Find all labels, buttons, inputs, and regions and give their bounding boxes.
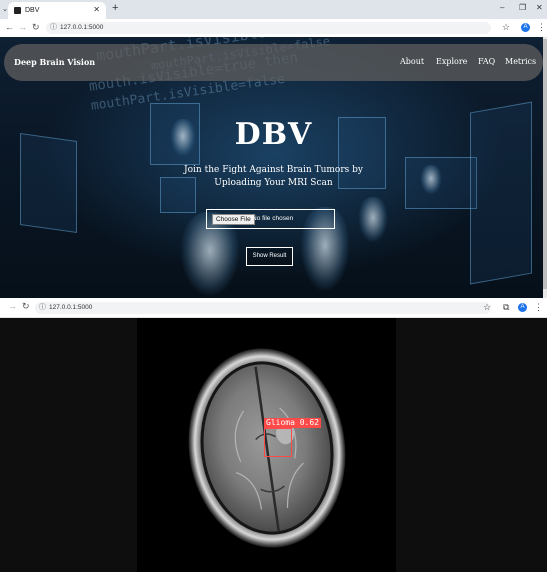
site-brand[interactable]: Deep Brain Vision [14, 57, 95, 67]
minimize-icon[interactable]: – [500, 3, 504, 12]
browser-tab[interactable]: DBV ✕ [8, 2, 106, 19]
new-tab-icon[interactable]: + [112, 2, 118, 14]
close-window-icon[interactable]: ✕ [536, 3, 543, 12]
browser-window-result: → ↻ ⓘ 127.0.0.1:5000 ☆ ⧉ A ⋮ Glioma 0.62 [0, 298, 547, 572]
tab-strip: ⌄ DBV ✕ + – ❐ ✕ [0, 0, 547, 19]
hero-subtitle: Join the Fight Against Brain Tumors by U… [184, 165, 363, 188]
file-status: No file chosen [252, 215, 294, 222]
hero-title: DBV [234, 117, 313, 152]
nav-link-metrics[interactable]: Metrics [505, 57, 536, 66]
forward-icon[interactable]: → [8, 301, 17, 311]
back-icon[interactable]: ← [5, 22, 14, 32]
scrollbar-thumb[interactable] [543, 39, 547, 289]
url-field[interactable]: ⓘ 127.0.0.1:5000 [46, 22, 491, 34]
menu-kebab-icon[interactable]: ⋮ [537, 22, 546, 33]
address-bar-row: ← → ↻ ⓘ 127.0.0.1:5000 ☆ A ⋮ [0, 19, 547, 38]
forward-icon[interactable]: → [18, 22, 27, 32]
nav-link-explore[interactable]: Explore [436, 57, 467, 66]
tumor-bounding-box [264, 428, 292, 457]
bookmark-star-icon[interactable]: ☆ [483, 302, 491, 313]
mri-file-input[interactable]: Choose File No file chosen [206, 209, 335, 229]
browser-window-home: ⌄ DBV ✕ + – ❐ ✕ ← → ↻ ⓘ 127.0.0.1:5000 ☆… [0, 0, 547, 298]
address-bar-row: → ↻ ⓘ 127.0.0.1:5000 ☆ ⧉ A ⋮ [0, 298, 547, 318]
tab-title: DBV [25, 7, 40, 14]
bg-brain-scan [358, 197, 388, 243]
url-text: 127.0.0.1:5000 [49, 304, 93, 311]
page-scrollbar[interactable] [543, 37, 547, 298]
profile-avatar[interactable]: A [518, 303, 527, 312]
reload-icon[interactable]: ↻ [32, 22, 40, 33]
menu-kebab-icon[interactable]: ⋮ [534, 302, 543, 313]
show-result-button[interactable]: Show Result [246, 247, 293, 266]
reload-icon[interactable]: ↻ [22, 301, 30, 312]
profile-avatar[interactable]: A [521, 23, 530, 32]
detection-label: Glioma 0.62 [264, 418, 321, 428]
tab-search-chevron-icon[interactable]: ⌄ [2, 5, 8, 13]
site-info-icon[interactable]: ⓘ [39, 302, 46, 314]
bookmark-star-icon[interactable]: ☆ [502, 22, 510, 33]
nav-link-about[interactable]: About [400, 57, 424, 66]
extensions-icon[interactable]: ⧉ [503, 302, 509, 313]
bg-brain-scan [420, 165, 442, 195]
url-text: 127.0.0.1:5000 [60, 24, 104, 31]
favicon-icon [14, 7, 21, 14]
choose-file-button[interactable]: Choose File [212, 214, 255, 225]
nav-link-faq[interactable]: FAQ [478, 57, 495, 66]
close-tab-icon[interactable]: ✕ [93, 5, 100, 14]
restore-icon[interactable]: ❐ [519, 3, 526, 12]
site-info-icon[interactable]: ⓘ [50, 22, 57, 34]
url-field[interactable]: ⓘ 127.0.0.1:5000 [35, 302, 491, 314]
site-navbar: Deep Brain Vision About Explore FAQ Metr… [4, 44, 543, 81]
